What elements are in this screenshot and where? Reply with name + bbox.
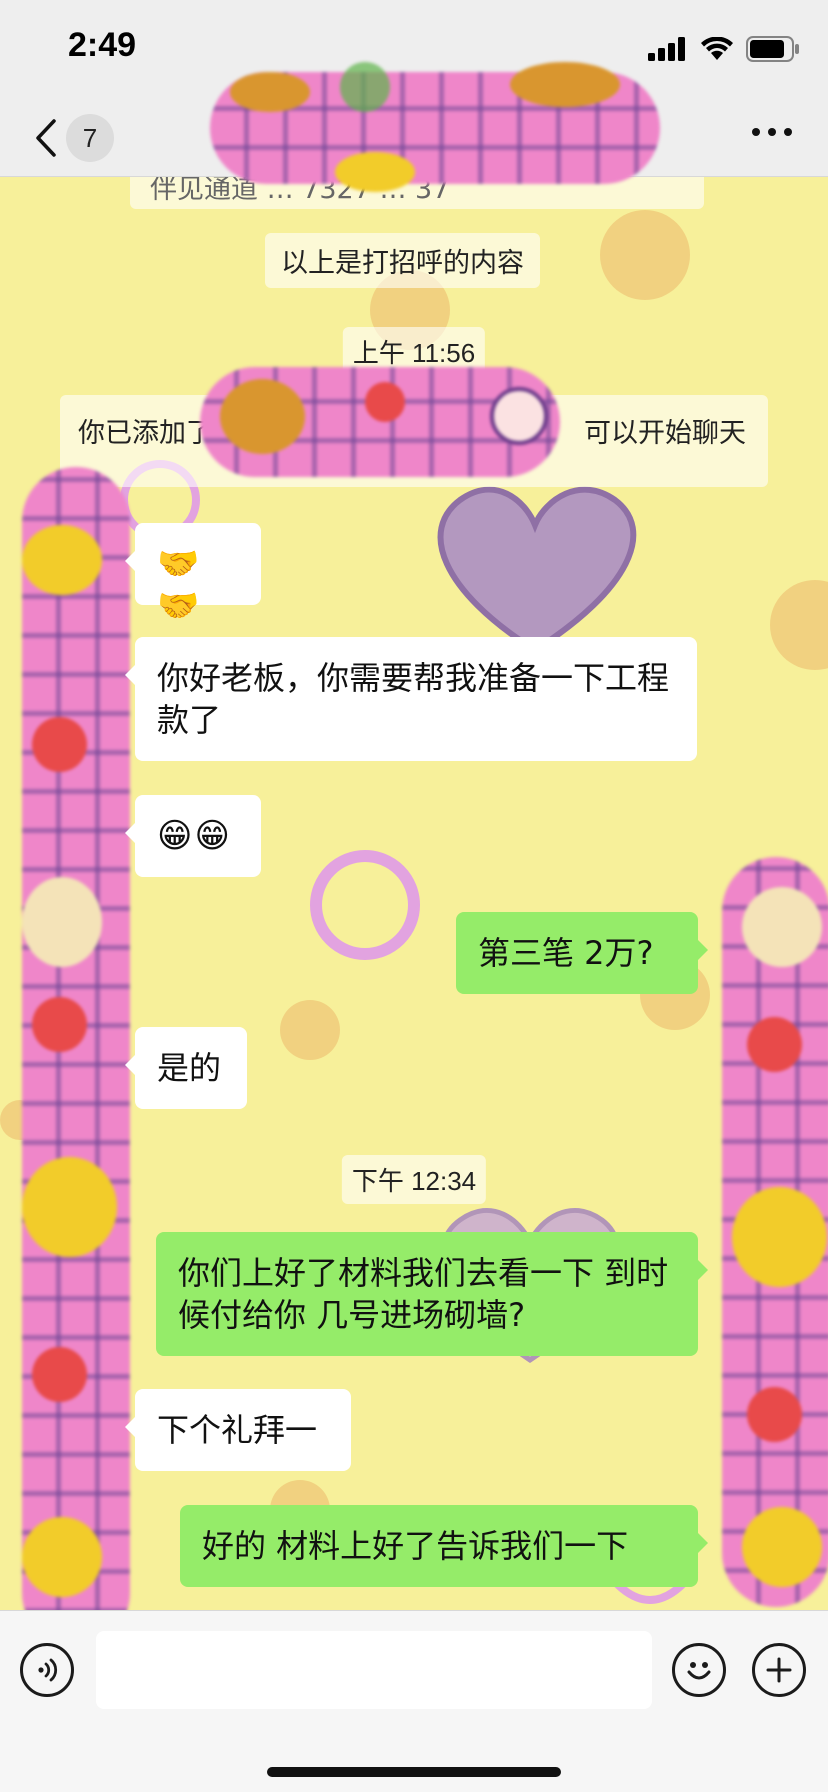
more-dots-icon [752,128,760,136]
smiley-icon [687,1662,711,1680]
plus-button[interactable] [752,1643,806,1697]
incoming-message[interactable]: 下个礼拜一 [125,1389,351,1471]
outgoing-message[interactable]: 第三笔 2万? [456,912,708,994]
incoming-message[interactable]: 🤝🤝 [125,523,261,626]
incoming-message[interactable]: 你好老板，你需要帮我准备一下工程款了 [125,637,697,761]
outgoing-message[interactable]: 你们上好了材料我们去看一下 到时候付给你 几号进场砌墙? [156,1232,708,1356]
emoji-button[interactable] [672,1643,726,1697]
battery-icon [746,36,799,62]
contact-avatar-mosaic[interactable] [22,467,130,1610]
more-button[interactable] [752,128,792,136]
redacted-title-mosaic [210,62,660,192]
voice-button[interactable] [20,1643,74,1697]
chevron-left-icon [36,119,56,157]
added-notice-start: 你已添加了 [78,418,213,449]
incoming-message[interactable]: 是的 [125,1027,247,1109]
home-indicator [267,1767,561,1777]
status-icons [648,36,800,62]
input-bar [0,1610,828,1792]
unread-count-badge: 7 [66,114,114,162]
voice-icon [38,1658,58,1682]
wechat-chat-screen: 伴见通道 … 7327 … 37 以上是打招呼的内容 上午 11:56 你已添加… [0,0,828,1792]
message-list[interactable]: 伴见通道 … 7327 … 37 以上是打招呼的内容 上午 11:56 你已添加… [0,177,828,1610]
greeting-notice: 以上是打招呼的内容 [265,233,540,288]
plus-icon [766,1657,792,1683]
signal-icon [648,37,685,61]
redacted-name-mosaic [200,367,560,477]
back-button[interactable]: 7 [28,110,138,166]
incoming-message[interactable]: 😁😁 [125,795,261,877]
added-notice-end: 可以开始聊天 [584,418,746,449]
wifi-icon [701,37,733,60]
message-input[interactable] [96,1631,652,1709]
status-time: 2:49 [68,26,137,64]
my-avatar-mosaic[interactable] [722,857,828,1607]
timestamp-label: 下午 12:34 [341,1155,487,1204]
outgoing-message[interactable]: 好的 材料上好了告诉我们一下 [180,1505,708,1587]
